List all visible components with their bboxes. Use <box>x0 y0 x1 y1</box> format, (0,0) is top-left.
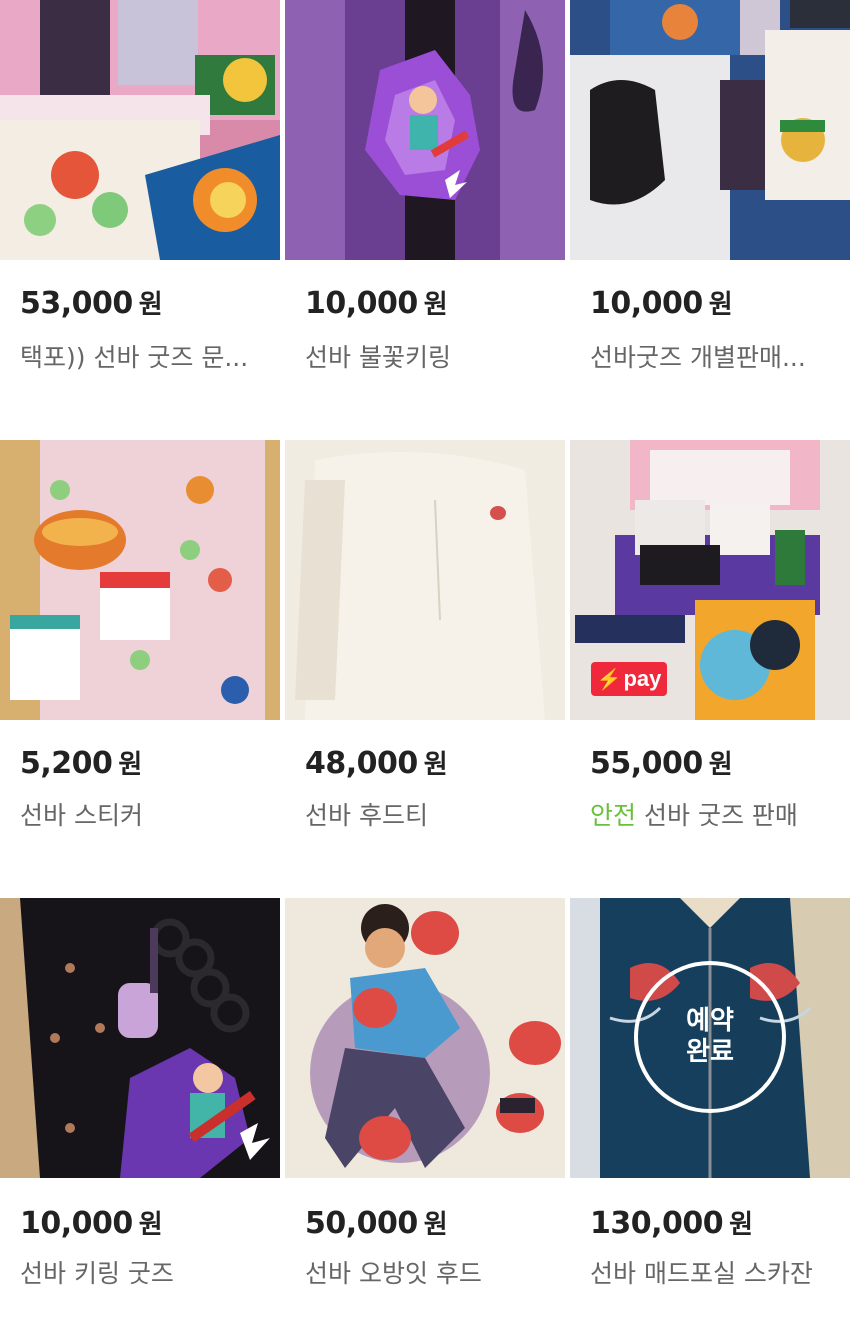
listing-price: 10,000 원 <box>20 1204 163 1241</box>
reserved-overlay: 예약 완료 <box>634 961 786 1113</box>
listing-title: 선바굿즈 개별판매... <box>590 343 806 372</box>
currency-unit: 원 <box>423 750 448 780</box>
currency-unit: 원 <box>423 290 448 320</box>
listing-card[interactable]: 10,000 원 선바 불꽃키링 <box>285 0 565 372</box>
product-grid: 53,000 원 택포)) 선바 굿즈 문... 10,000 원 선바 불꽃키링 <box>0 0 850 1323</box>
product-thumbnail[interactable] <box>285 0 565 280</box>
listing-price: 50,000 원 <box>305 1204 448 1241</box>
listing-card[interactable]: 50,000 원 선바 오방잇 후드 <box>285 898 565 1288</box>
price-value: 130,000 <box>590 1206 724 1241</box>
listing-card[interactable]: ⚡ pay 55,000 원 안전 선바 굿즈 판매 <box>570 440 850 830</box>
listing-card[interactable]: 53,000 원 택포)) 선바 굿즈 문... <box>0 0 280 372</box>
listing-price: 10,000 원 <box>590 284 733 321</box>
listing-price: 48,000 원 <box>305 744 448 781</box>
listing-title: 선바 매드포실 스카잔 <box>590 1259 813 1288</box>
product-thumbnail[interactable] <box>285 440 565 720</box>
product-thumbnail[interactable]: ⚡ pay <box>570 440 850 720</box>
listing-title: 선바 불꽃키링 <box>305 343 451 372</box>
currency-unit: 원 <box>729 1210 753 1240</box>
price-value: 50,000 <box>305 1206 418 1241</box>
product-thumbnail[interactable] <box>0 898 280 1178</box>
product-thumbnail[interactable] <box>285 898 565 1178</box>
listing-card[interactable]: 48,000 원 선바 후드티 <box>285 440 565 830</box>
listing-price: 55,000 원 <box>590 744 733 781</box>
price-value: 10,000 <box>590 286 703 321</box>
listing-card[interactable]: 10,000 원 선바굿즈 개별판매... <box>570 0 850 372</box>
currency-unit: 원 <box>708 290 733 320</box>
price-value: 5,200 <box>20 746 113 781</box>
listing-title: 선바 오방잇 후드 <box>305 1259 482 1288</box>
listing-card[interactable]: 예약 완료 130,000 원 선바 매드포실 스카잔 <box>570 898 850 1288</box>
listing-title: 안전 선바 굿즈 판매 <box>590 796 840 832</box>
listing-price: 5,200 원 <box>20 744 142 781</box>
currency-unit: 원 <box>423 1210 448 1240</box>
price-value: 10,000 <box>20 1206 133 1241</box>
listing-card[interactable]: 5,200 원 선바 스티커 <box>0 440 280 830</box>
product-thumbnail[interactable]: 예약 완료 <box>570 898 850 1178</box>
listing-price: 130,000 원 <box>590 1204 753 1241</box>
currency-unit: 원 <box>138 1210 163 1240</box>
safe-payment-label: 안전 <box>590 801 637 830</box>
reserved-line-1: 예약 <box>686 1005 734 1036</box>
product-thumbnail[interactable] <box>570 0 850 280</box>
price-value: 55,000 <box>590 746 703 781</box>
currency-unit: 원 <box>708 750 733 780</box>
listing-price: 10,000 원 <box>305 284 448 321</box>
price-value: 48,000 <box>305 746 418 781</box>
product-thumbnail[interactable] <box>0 440 280 720</box>
listing-title: 택포)) 선바 굿즈 문... <box>20 343 249 372</box>
listing-price: 53,000 원 <box>20 284 163 321</box>
currency-unit: 원 <box>138 290 163 320</box>
currency-unit: 원 <box>118 750 142 780</box>
listing-title: 선바 스티커 <box>20 801 143 830</box>
listing-title: 선바 후드티 <box>305 801 428 830</box>
pay-badge-label: pay <box>623 666 662 691</box>
pay-badge: ⚡ pay <box>591 662 667 696</box>
listing-title: 선바 키링 굿즈 <box>20 1259 174 1288</box>
price-value: 10,000 <box>305 286 418 321</box>
lightning-bolt-icon: ⚡ <box>596 668 622 691</box>
listing-title-text: 선바 굿즈 판매 <box>644 801 798 830</box>
product-thumbnail[interactable] <box>0 0 280 280</box>
reserved-line-2: 완료 <box>686 1037 734 1067</box>
listing-card[interactable]: 10,000 원 선바 키링 굿즈 <box>0 898 280 1288</box>
price-value: 53,000 <box>20 286 133 321</box>
